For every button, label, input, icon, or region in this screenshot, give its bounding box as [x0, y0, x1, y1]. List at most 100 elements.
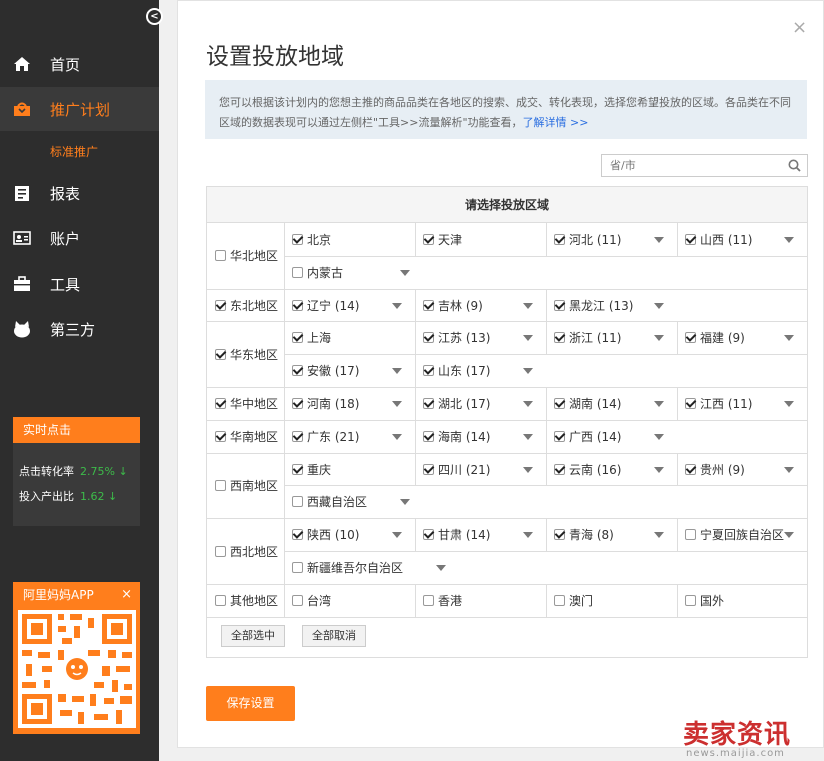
- province-checkbox[interactable]: [554, 332, 565, 344]
- province-checkbox[interactable]: [685, 234, 696, 245]
- province-checkbox-cell[interactable]: 陕西 (10): [292, 519, 359, 551]
- province-checkbox[interactable]: [292, 594, 303, 606]
- province-checkbox[interactable]: [554, 430, 565, 442]
- province-checkbox[interactable]: [423, 529, 434, 541]
- region-checkbox-cell[interactable]: 华中地区: [215, 387, 278, 419]
- province-checkbox[interactable]: [292, 365, 303, 377]
- region-checkbox-cell[interactable]: 华南地区: [215, 420, 278, 452]
- province-checkbox[interactable]: [423, 463, 434, 475]
- chevron-down-icon[interactable]: [523, 335, 533, 342]
- chevron-down-icon[interactable]: [654, 237, 664, 243]
- close-icon[interactable]: ×: [792, 17, 807, 38]
- save-button[interactable]: 保存设置: [206, 686, 295, 721]
- province-checkbox[interactable]: [292, 266, 303, 278]
- province-checkbox-cell[interactable]: 重庆: [292, 453, 331, 485]
- province-checkbox-cell[interactable]: 甘肃 (14): [423, 519, 490, 551]
- select-all-button[interactable]: 全部选中: [221, 625, 285, 647]
- chevron-down-icon[interactable]: [392, 433, 402, 440]
- region-checkbox[interactable]: [215, 430, 226, 442]
- province-checkbox[interactable]: [554, 529, 565, 541]
- province-checkbox-cell[interactable]: 山西 (11): [685, 224, 752, 256]
- province-checkbox-cell[interactable]: 澳门: [554, 584, 593, 616]
- province-checkbox[interactable]: [423, 365, 434, 377]
- chevron-down-icon[interactable]: [523, 401, 533, 407]
- sidebar-item-tools[interactable]: 工具: [0, 262, 159, 306]
- region-checkbox[interactable]: [215, 479, 226, 491]
- province-checkbox-cell[interactable]: 广西 (14): [554, 420, 621, 452]
- chevron-down-icon[interactable]: [400, 269, 410, 276]
- province-checkbox[interactable]: [685, 398, 696, 409]
- region-checkbox[interactable]: [215, 250, 226, 262]
- province-checkbox-cell[interactable]: 湖北 (17): [423, 388, 490, 420]
- province-checkbox-cell[interactable]: 西藏自治区: [292, 486, 367, 518]
- close-icon[interactable]: ×: [121, 582, 132, 608]
- province-checkbox-cell[interactable]: 新疆维吾尔自治区: [292, 552, 403, 584]
- region-checkbox-cell[interactable]: 东北地区: [215, 289, 278, 321]
- province-checkbox[interactable]: [423, 430, 434, 442]
- chevron-down-icon[interactable]: [784, 466, 794, 473]
- sidebar-item-account[interactable]: 账户: [0, 216, 159, 260]
- chevron-down-icon[interactable]: [654, 433, 664, 440]
- chevron-down-icon[interactable]: [784, 237, 794, 243]
- chevron-down-icon[interactable]: [392, 368, 402, 375]
- sidebar-subitem-standard[interactable]: 标准推广: [50, 143, 98, 160]
- chevron-down-icon[interactable]: [523, 302, 533, 309]
- province-checkbox-cell[interactable]: 河南 (18): [292, 388, 359, 420]
- province-checkbox-cell[interactable]: 四川 (21): [423, 453, 490, 485]
- province-checkbox-cell[interactable]: 青海 (8): [554, 519, 614, 551]
- province-checkbox[interactable]: [554, 398, 565, 409]
- chevron-down-icon[interactable]: [523, 532, 533, 539]
- chevron-down-icon[interactable]: [654, 401, 664, 407]
- province-checkbox[interactable]: [685, 529, 696, 541]
- chevron-down-icon[interactable]: [654, 532, 664, 539]
- province-checkbox-cell[interactable]: 贵州 (9): [685, 453, 745, 485]
- province-checkbox[interactable]: [685, 463, 696, 475]
- province-checkbox-cell[interactable]: 云南 (16): [554, 453, 621, 485]
- province-checkbox-cell[interactable]: 海南 (14): [423, 420, 490, 452]
- province-checkbox[interactable]: [292, 234, 303, 245]
- province-checkbox-cell[interactable]: 江西 (11): [685, 388, 752, 420]
- chevron-left-icon[interactable]: <: [146, 8, 163, 25]
- region-checkbox-cell[interactable]: 西南地区: [215, 469, 278, 501]
- chevron-down-icon[interactable]: [400, 499, 410, 506]
- region-checkbox[interactable]: [215, 299, 226, 311]
- province-checkbox[interactable]: [292, 463, 303, 475]
- chevron-down-icon[interactable]: [523, 433, 533, 440]
- province-checkbox-cell[interactable]: 安徽 (17): [292, 355, 359, 387]
- chevron-down-icon[interactable]: [523, 368, 533, 375]
- search-icon[interactable]: [788, 159, 801, 175]
- province-checkbox-cell[interactable]: 江苏 (13): [423, 322, 490, 354]
- province-checkbox[interactable]: [423, 299, 434, 311]
- region-checkbox[interactable]: [215, 397, 226, 409]
- province-checkbox-cell[interactable]: 河北 (11): [554, 224, 621, 256]
- chevron-down-icon[interactable]: [784, 401, 794, 407]
- province-checkbox[interactable]: [554, 463, 565, 475]
- chevron-down-icon[interactable]: [436, 565, 446, 571]
- province-checkbox-cell[interactable]: 内蒙古: [292, 256, 343, 288]
- province-checkbox[interactable]: [292, 299, 303, 311]
- province-checkbox[interactable]: [292, 529, 303, 541]
- province-checkbox-cell[interactable]: 北京: [292, 224, 331, 256]
- province-checkbox[interactable]: [554, 299, 565, 311]
- province-checkbox[interactable]: [685, 332, 696, 344]
- chevron-down-icon[interactable]: [392, 532, 402, 539]
- chevron-down-icon[interactable]: [392, 401, 402, 407]
- chevron-down-icon[interactable]: [392, 302, 402, 309]
- chevron-down-icon[interactable]: [784, 532, 794, 539]
- province-checkbox[interactable]: [685, 594, 696, 606]
- province-checkbox-cell[interactable]: 吉林 (9): [423, 289, 483, 321]
- region-checkbox-cell[interactable]: 华东地区: [215, 338, 278, 370]
- province-checkbox-cell[interactable]: 上海: [292, 322, 331, 354]
- deselect-all-button[interactable]: 全部取消: [302, 625, 366, 647]
- sidebar-item-promotion-plan[interactable]: 推广计划: [0, 87, 159, 131]
- sidebar-item-third-party[interactable]: 第三方: [0, 307, 159, 351]
- province-checkbox[interactable]: [554, 594, 565, 606]
- search-input[interactable]: [602, 155, 772, 176]
- province-checkbox-cell[interactable]: 天津: [423, 224, 462, 256]
- province-checkbox[interactable]: [292, 562, 303, 573]
- province-checkbox-cell[interactable]: 湖南 (14): [554, 388, 621, 420]
- province-checkbox-cell[interactable]: 辽宁 (14): [292, 289, 359, 321]
- province-checkbox[interactable]: [292, 496, 303, 508]
- province-checkbox-cell[interactable]: 国外: [685, 584, 724, 616]
- region-checkbox[interactable]: [215, 348, 226, 360]
